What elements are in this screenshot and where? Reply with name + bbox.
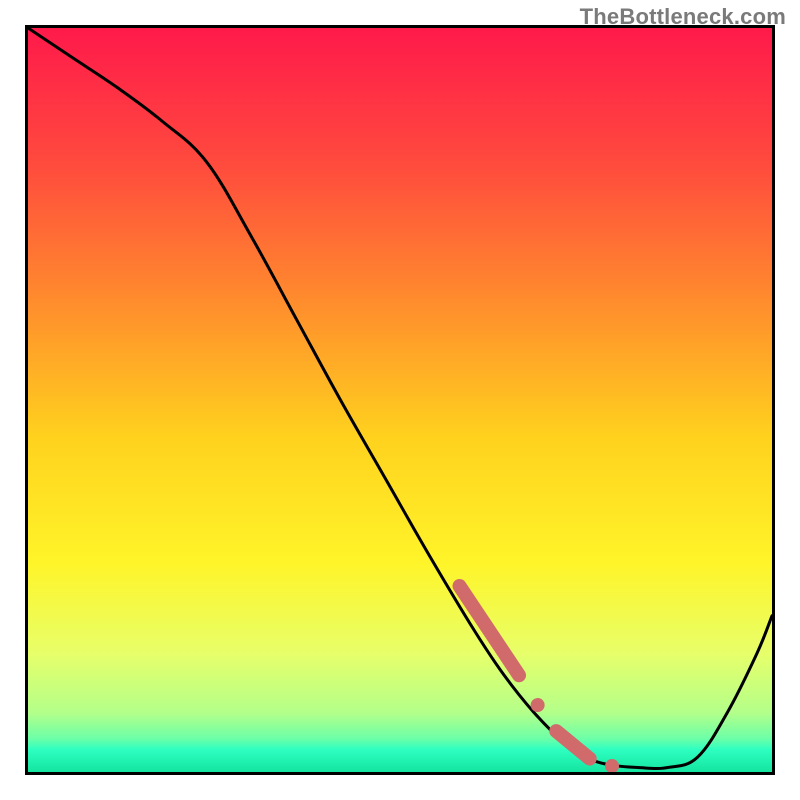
plot-frame (25, 25, 775, 775)
dot-B (531, 698, 545, 712)
chart-root: TheBottleneck.com (0, 0, 800, 800)
band-A (460, 586, 520, 675)
marker-dots (531, 698, 619, 772)
bottleneck-curve (28, 28, 772, 769)
marker-bands (460, 586, 590, 759)
band-C (556, 731, 589, 759)
dot-D (605, 759, 619, 772)
plot-overlay (28, 28, 772, 772)
